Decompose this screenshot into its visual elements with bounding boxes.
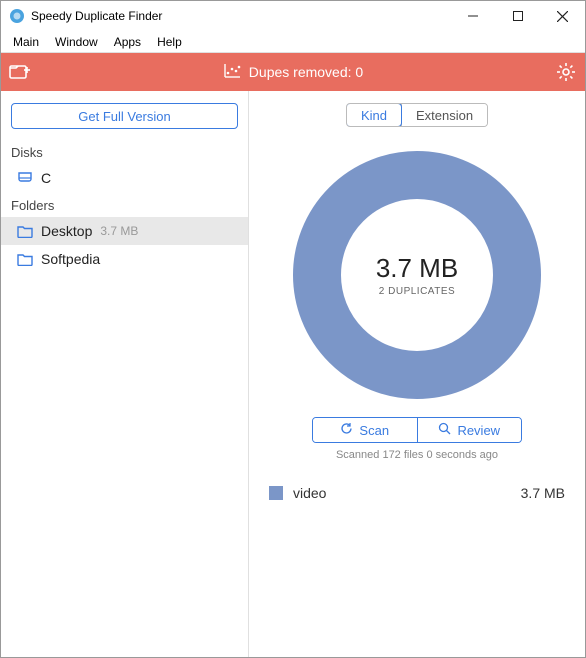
folder-item-desktop[interactable]: Desktop 3.7 MB: [1, 217, 248, 245]
review-button[interactable]: Review: [417, 418, 522, 442]
folder-name: Desktop: [41, 223, 92, 239]
review-label: Review: [457, 423, 500, 438]
scan-button[interactable]: Scan: [313, 418, 417, 442]
menu-window[interactable]: Window: [47, 33, 106, 51]
legend-swatch: [269, 486, 283, 500]
chart-icon: [223, 63, 241, 82]
folders-header: Folders: [1, 192, 248, 217]
window-controls: [450, 1, 585, 31]
legend: video 3.7 MB: [263, 483, 571, 503]
scan-label: Scan: [359, 423, 389, 438]
add-folder-button[interactable]: [1, 53, 39, 91]
tab-extension[interactable]: Extension: [401, 104, 487, 126]
legend-size: 3.7 MB: [521, 485, 565, 501]
menu-help[interactable]: Help: [149, 33, 190, 51]
menu-main[interactable]: Main: [5, 33, 47, 51]
disk-name: C: [41, 170, 51, 186]
donut-chart: 3.7 MB 2 DUPLICATES: [287, 145, 547, 405]
disk-item[interactable]: C: [1, 164, 248, 192]
donut-duplicates-count: 2 DUPLICATES: [376, 286, 458, 297]
settings-button[interactable]: [547, 53, 585, 91]
folder-item-softpedia[interactable]: Softpedia: [1, 245, 248, 273]
app-icon: [9, 8, 25, 24]
main-panel: Kind Extension 3.7 MB 2 DUPLICATES Scan: [249, 91, 585, 657]
maximize-button[interactable]: [495, 1, 540, 31]
content: Get Full Version Disks C Folders Desktop…: [1, 91, 585, 657]
folder-name: Softpedia: [41, 251, 100, 267]
window-title: Speedy Duplicate Finder: [31, 9, 450, 23]
sidebar: Get Full Version Disks C Folders Desktop…: [1, 91, 249, 657]
menubar: Main Window Apps Help: [1, 31, 585, 53]
scan-status-text: Scanned 172 files 0 seconds ago: [336, 449, 498, 461]
refresh-icon: [340, 422, 353, 438]
titlebar: Speedy Duplicate Finder: [1, 1, 585, 31]
folder-icon: [17, 252, 33, 266]
menu-apps[interactable]: Apps: [106, 33, 149, 51]
get-full-version-button[interactable]: Get Full Version: [11, 103, 238, 129]
action-buttons: Scan Review: [312, 417, 522, 443]
donut-total-size: 3.7 MB: [376, 253, 458, 284]
tab-kind[interactable]: Kind: [346, 103, 402, 127]
folder-icon: [17, 224, 33, 238]
folder-size: 3.7 MB: [100, 224, 138, 238]
close-button[interactable]: [540, 1, 585, 31]
view-segmented-control: Kind Extension: [346, 103, 488, 127]
search-icon: [438, 422, 451, 438]
status-label: Dupes removed:: [249, 64, 352, 80]
disk-icon: [17, 171, 33, 185]
minimize-button[interactable]: [450, 1, 495, 31]
toolbar: Dupes removed: 0: [1, 53, 585, 91]
toolbar-status: Dupes removed: 0: [39, 63, 547, 82]
legend-row[interactable]: video 3.7 MB: [263, 483, 571, 503]
disks-header: Disks: [1, 139, 248, 164]
legend-label: video: [293, 485, 521, 501]
status-count: 0: [355, 64, 363, 80]
